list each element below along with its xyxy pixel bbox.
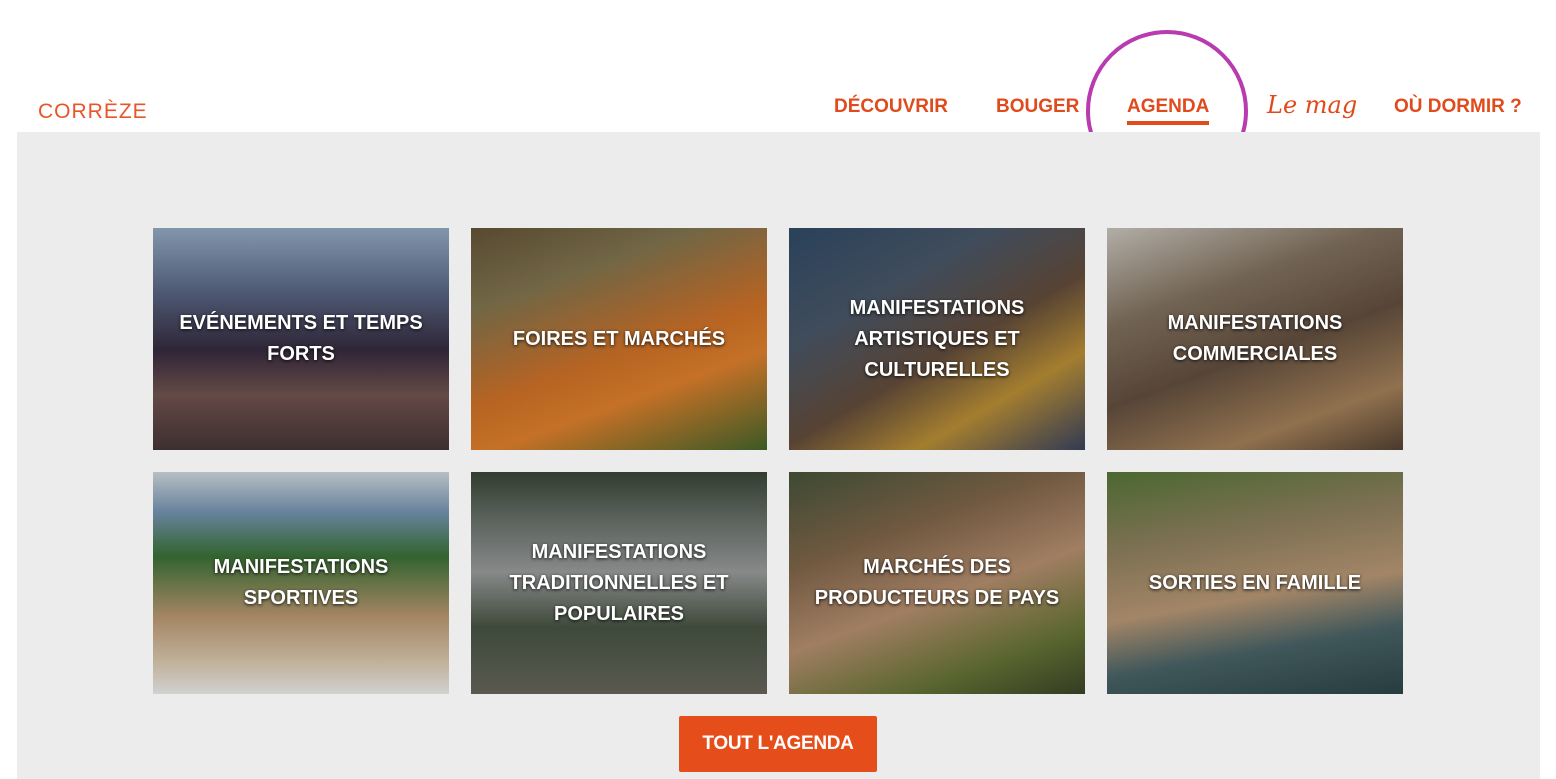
category-tile-producteurs[interactable]: MARCHÉS DES PRODUCTEURS DE PAYS: [789, 472, 1085, 694]
nav-decouvrir[interactable]: DÉCOUVRIR: [834, 96, 948, 118]
category-tile-foires-marches[interactable]: FOIRES ET MARCHÉS: [471, 228, 767, 450]
tile-label: MANIFESTATIONS COMMERCIALES: [1167, 312, 1343, 365]
category-tile-commerciales[interactable]: MANIFESTATIONS COMMERCIALES: [1107, 228, 1403, 450]
tile-label: MANIFESTATIONS ARTISTIQUES ET CULTURELLE…: [849, 296, 1025, 381]
category-tile-evenements[interactable]: EVÉNEMENTS ET TEMPS FORTS: [153, 228, 449, 450]
page: CORRÈZE DÉCOUVRIR BOUGER AGENDA Le mag O…: [0, 0, 1556, 779]
main-nav: DÉCOUVRIR BOUGER AGENDA Le mag OÙ DORMIR…: [0, 91, 1556, 132]
tile-label: SORTIES EN FAMILLE: [1148, 571, 1362, 594]
tile-label: EVÉNEMENTS ET TEMPS FORTS: [179, 312, 423, 365]
category-tile-sorties-famille[interactable]: SORTIES EN FAMILLE: [1107, 472, 1403, 694]
tile-label: MANIFESTATIONS SPORTIVES: [213, 556, 389, 609]
tile-label: FOIRES ET MARCHÉS: [512, 327, 726, 350]
category-tile-sportives[interactable]: MANIFESTATIONS SPORTIVES: [153, 472, 449, 694]
all-agenda-button[interactable]: TOUT L'AGENDA: [679, 716, 877, 772]
nav-ou-dormir[interactable]: OÙ DORMIR ?: [1394, 96, 1522, 118]
category-tile-traditionnelles[interactable]: MANIFESTATIONS TRADITIONNELLES ET POPULA…: [471, 472, 767, 694]
nav-bouger[interactable]: BOUGER: [996, 96, 1079, 118]
tile-label: MARCHÉS DES PRODUCTEURS DE PAYS: [814, 556, 1060, 609]
tile-label: MANIFESTATIONS TRADITIONNELLES ET POPULA…: [509, 540, 729, 625]
nav-agenda[interactable]: AGENDA: [1127, 96, 1210, 125]
nav-le-mag[interactable]: Le mag: [1267, 91, 1357, 119]
category-tile-artistiques-culturelles[interactable]: MANIFESTATIONS ARTISTIQUES ET CULTURELLE…: [789, 228, 1085, 450]
